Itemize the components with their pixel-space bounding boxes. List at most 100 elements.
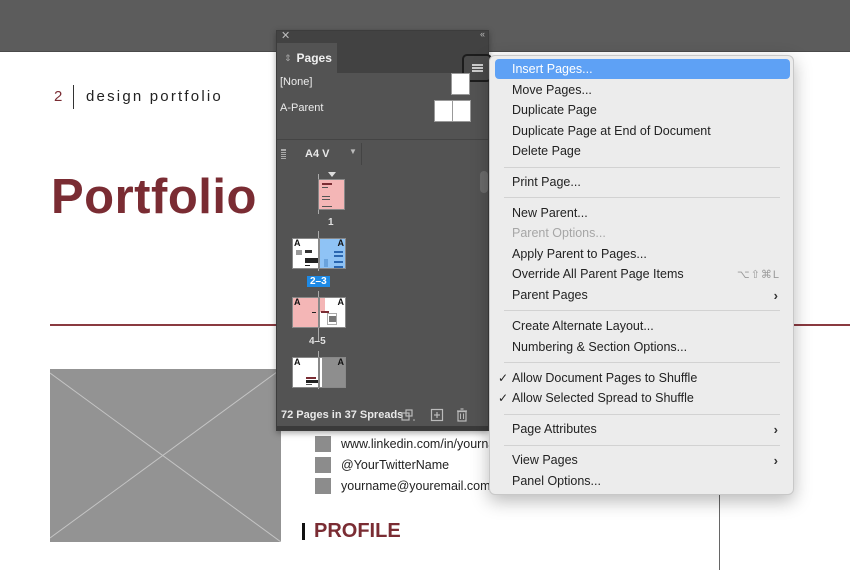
parent-label: [None] [280,76,313,88]
heading-bar [302,523,305,540]
panel-title-bar[interactable]: ✕ ‹‹ [277,29,488,43]
trash-icon[interactable] [455,408,469,422]
menu-item-label: Parent Pages [512,288,588,302]
spread-2-3[interactable]: A A [292,238,346,269]
contact-linkedin: www.linkedin.com/in/yourname [315,435,513,453]
column-divider [719,495,720,570]
page-thumbnail[interactable]: A [319,238,346,269]
chevron-right-icon: › [773,421,778,437]
menu-separator [504,414,780,415]
menu-item-label: Panel Options... [512,474,601,488]
menu-item-label: Delete Page [512,144,581,158]
chevron-down-icon[interactable]: ▼ [349,147,357,156]
menu-item-view-pages[interactable]: View Pages › [495,450,790,470]
scrollbar-thumb[interactable] [480,171,488,193]
menu-item-panel-options[interactable]: Panel Options... [495,471,790,491]
menu-item-override-parent-items[interactable]: Override All Parent Page Items ⌥⇧⌘L [495,264,790,284]
page-thumbnail[interactable]: A [292,357,319,388]
menu-separator [504,362,780,363]
parent-a[interactable]: A-Parent [280,102,323,114]
hamburger-icon [471,64,483,72]
contact-text: yourname@youremail.com [341,479,491,493]
menu-item-page-attributes[interactable]: Page Attributes › [495,419,790,439]
menu-item-label: New Parent... [512,206,588,220]
page-size-dropdown[interactable]: A4 V [305,148,329,160]
page-thumbnail[interactable]: A [319,357,346,388]
menu-item-label: Page Attributes [512,422,597,436]
pages-scrollbar[interactable] [480,171,488,403]
panel-divider [277,139,488,140]
pages-panel-menu: Insert Pages... Move Pages... Duplicate … [489,55,794,495]
page-thumbnail[interactable]: A [292,238,319,269]
spread-label[interactable]: 4–5 [309,336,326,347]
page-number: 2 [54,88,64,105]
parent-label: A-Parent [280,102,324,114]
parent-marker: A [294,297,301,307]
menu-item-shortcut: ⌥⇧⌘L [736,268,780,281]
image-placeholder-frame[interactable] [50,369,281,542]
menu-item-label: Print Page... [512,175,581,189]
edit-page-size-icon[interactable] [401,408,415,422]
page-thumbnail[interactable]: A [319,297,346,328]
menu-separator [504,197,780,198]
ctrl-divider [361,143,362,165]
profile-heading-text: PROFILE [314,520,401,542]
collapse-icon[interactable]: ‹‹ [480,29,485,39]
tab-pages[interactable]: ⇕ Pages [277,43,337,73]
page-size-bar: A4 V ▼ [277,141,488,167]
document-title: Portfolio [51,170,257,224]
spread-4-5[interactable]: A A [292,297,346,328]
menu-item-delete-page[interactable]: Delete Page [495,141,790,161]
contact-text: www.linkedin.com/in/yourname [341,437,513,451]
document-header: design portfolio [86,88,223,105]
menu-item-label: Allow Selected Spread to Shuffle [512,391,694,405]
page-thumbnail[interactable] [318,179,345,210]
updown-arrows-icon: ⇕ [284,52,292,63]
spread-label[interactable]: 1 [328,217,334,228]
menu-item-create-alternate-layout[interactable]: Create Alternate Layout... [495,316,790,336]
menu-item-allow-spread-shuffle[interactable]: ✓ Allow Selected Spread to Shuffle [495,388,790,408]
menu-separator [504,167,780,168]
menu-item-label: View Pages [512,453,578,467]
insertion-marker-icon [328,172,336,177]
new-page-icon[interactable] [430,408,444,422]
tab-pages-label: Pages [296,51,332,65]
twitter-icon [315,457,331,473]
contact-email: yourname@youremail.com [315,477,491,495]
menu-item-label: Numbering & Section Options... [512,340,688,354]
page-thumbnail[interactable]: A [292,297,319,328]
menu-item-duplicate-page[interactable]: Duplicate Page [495,100,790,120]
contact-text: @YourTwitterName [341,458,450,472]
menu-item-new-parent[interactable]: New Parent... [495,203,790,223]
panel-resize-edge[interactable] [277,426,488,430]
menu-item-label: Duplicate Page at End of Document [512,124,711,138]
menu-item-numbering-section[interactable]: Numbering & Section Options... [495,337,790,357]
menu-item-duplicate-page-end[interactable]: Duplicate Page at End of Document [495,121,790,141]
spread-6-7[interactable]: A A [292,357,346,388]
menu-separator [504,310,780,311]
menu-item-parent-pages[interactable]: Parent Pages › [495,285,790,305]
checkmark-icon: ✓ [498,371,509,385]
menu-item-label: Override All Parent Page Items [512,267,684,281]
parent-marker: A [337,357,345,367]
spread-label-selected[interactable]: 2–3 [307,276,330,287]
menu-item-label: Allow Document Pages to Shuffle [512,371,698,385]
parent-marker: A [337,297,345,307]
parent-none-thumbnail[interactable] [451,73,470,95]
profile-heading: PROFILE [302,520,401,543]
menu-item-move-pages[interactable]: Move Pages... [495,80,790,100]
menu-item-apply-parent[interactable]: Apply Parent to Pages... [495,244,790,264]
grip-icon[interactable] [281,149,286,159]
parent-a-left-thumbnail[interactable] [434,100,453,122]
menu-item-print-page[interactable]: Print Page... [495,172,790,192]
header-divider [73,85,74,109]
close-icon[interactable]: ✕ [281,29,290,42]
menu-item-insert-pages[interactable]: Insert Pages... [495,59,790,79]
parent-a-right-thumbnail[interactable] [452,100,471,122]
spread-1[interactable] [318,179,345,210]
menu-item-allow-document-shuffle[interactable]: ✓ Allow Document Pages to Shuffle [495,368,790,388]
parent-none[interactable]: [None] [280,76,312,88]
menu-separator [504,445,780,446]
menu-item-label: Create Alternate Layout... [512,319,654,333]
menu-item-label: Move Pages... [512,83,592,97]
